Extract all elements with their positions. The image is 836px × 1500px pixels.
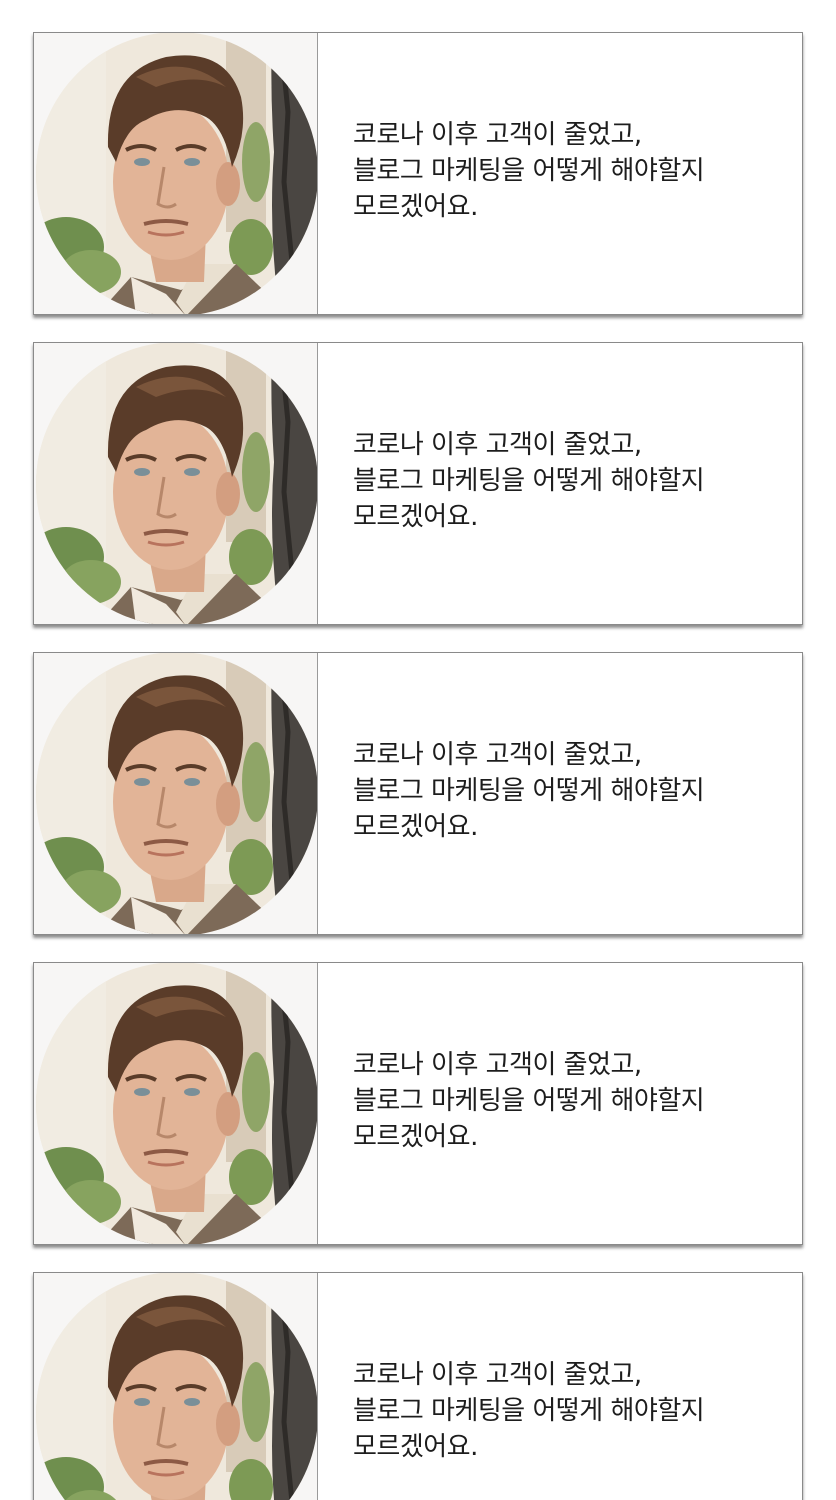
testimonial-text: 코로나 이후 고객이 줄었고, 블로그 마케팅을 어떻게 해야할지 모르겠어요. xyxy=(318,343,802,624)
testimonial-list: 코로나 이후 고객이 줄었고, 블로그 마케팅을 어떻게 해야할지 모르겠어요.… xyxy=(0,0,836,1500)
testimonial-card: 코로나 이후 고객이 줄었고, 블로그 마케팅을 어떻게 해야할지 모르겠어요. xyxy=(33,962,803,1245)
testimonial-text: 코로나 이후 고객이 줄었고, 블로그 마케팅을 어떻게 해야할지 모르겠어요. xyxy=(318,653,802,934)
avatar-frame xyxy=(34,1273,318,1500)
testimonial-text: 코로나 이후 고객이 줄었고, 블로그 마케팅을 어떻게 해야할지 모르겠어요. xyxy=(318,963,802,1244)
testimonial-quote: 코로나 이후 고객이 줄었고, 블로그 마케팅을 어떻게 해야할지 모르겠어요. xyxy=(353,429,705,532)
customer-portrait-icon xyxy=(36,1273,318,1500)
avatar-frame xyxy=(34,343,318,624)
customer-portrait-icon xyxy=(36,343,318,624)
testimonial-text: 코로나 이후 고객이 줄었고, 블로그 마케팅을 어떻게 해야할지 모르겠어요. xyxy=(318,33,802,314)
testimonial-quote: 코로나 이후 고객이 줄었고, 블로그 마케팅을 어떻게 해야할지 모르겠어요. xyxy=(353,1359,705,1462)
avatar-frame xyxy=(34,963,318,1244)
avatar-frame xyxy=(34,33,318,314)
testimonial-text: 코로나 이후 고객이 줄었고, 블로그 마케팅을 어떻게 해야할지 모르겠어요. xyxy=(318,1273,802,1500)
testimonial-card: 코로나 이후 고객이 줄었고, 블로그 마케팅을 어떻게 해야할지 모르겠어요. xyxy=(33,342,803,625)
testimonial-quote: 코로나 이후 고객이 줄었고, 블로그 마케팅을 어떻게 해야할지 모르겠어요. xyxy=(353,739,705,842)
testimonial-quote: 코로나 이후 고객이 줄었고, 블로그 마케팅을 어떻게 해야할지 모르겠어요. xyxy=(353,1049,705,1152)
testimonial-card: 코로나 이후 고객이 줄었고, 블로그 마케팅을 어떻게 해야할지 모르겠어요. xyxy=(33,1272,803,1500)
avatar-frame xyxy=(34,653,318,934)
customer-portrait-icon xyxy=(36,963,318,1244)
customer-portrait-icon xyxy=(36,33,318,314)
testimonial-card: 코로나 이후 고객이 줄었고, 블로그 마케팅을 어떻게 해야할지 모르겠어요. xyxy=(33,652,803,935)
customer-portrait-icon xyxy=(36,653,318,934)
testimonial-card: 코로나 이후 고객이 줄었고, 블로그 마케팅을 어떻게 해야할지 모르겠어요. xyxy=(33,32,803,315)
testimonial-quote: 코로나 이후 고객이 줄었고, 블로그 마케팅을 어떻게 해야할지 모르겠어요. xyxy=(353,119,705,222)
